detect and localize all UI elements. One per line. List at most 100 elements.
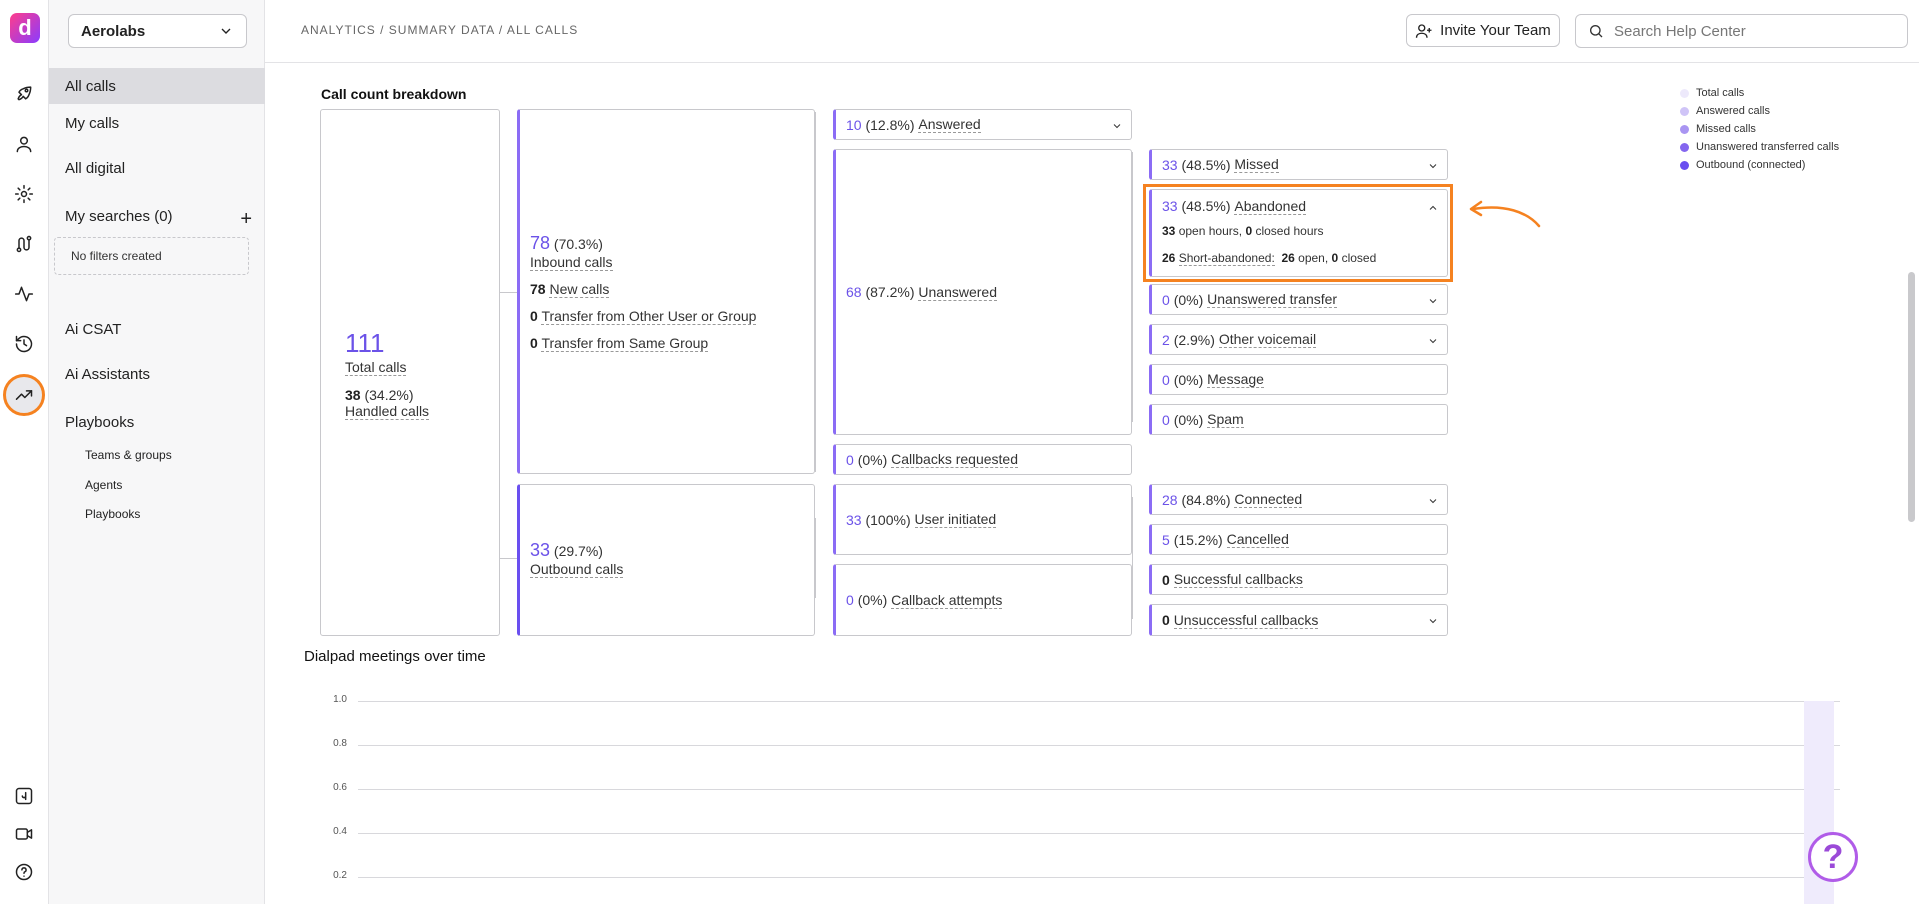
cancelled-row[interactable]: 5 (15.2%) Cancelled <box>1149 524 1448 555</box>
help-icon[interactable] <box>12 860 36 884</box>
y-tick-label: 1.0 <box>333 694 347 705</box>
spam-label: Spam <box>1207 411 1244 428</box>
legend-label: Total calls <box>1696 87 1745 99</box>
chevron-down-icon[interactable] <box>1427 294 1439 306</box>
sidebar-item-label: All calls <box>65 77 116 95</box>
sidebar-subitem-teams-groups[interactable]: Teams & groups <box>85 448 172 462</box>
sidebar-subitem-agents[interactable]: Agents <box>85 478 122 492</box>
inbound-calls-pct: (70.3%) <box>553 236 603 252</box>
transfer-other-label[interactable]: Transfer from Other User or Group <box>541 308 757 325</box>
video-icon[interactable] <box>12 822 36 846</box>
unanswered-card[interactable]: 68 (87.2%) Unanswered <box>833 149 1132 435</box>
chevron-down-icon[interactable] <box>1427 159 1439 171</box>
help-widget-button[interactable]: ? <box>1808 832 1858 882</box>
new-calls-value: 78 <box>530 281 546 297</box>
user-icon[interactable] <box>12 132 36 156</box>
invite-team-button[interactable]: Invite Your Team <box>1406 14 1560 47</box>
cancelled-value: 5 <box>1162 531 1170 548</box>
trending-up-icon[interactable] <box>12 383 36 407</box>
answered-pct: (12.8%) <box>865 116 915 133</box>
unanswered-label: Unanswered <box>918 283 997 301</box>
user-initiated-pct: (100%) <box>865 511 911 528</box>
missed-label: Missed <box>1234 156 1279 173</box>
inbound-calls-label[interactable]: Inbound calls <box>530 254 613 271</box>
dialpad-logo-icon[interactable]: d <box>10 13 40 43</box>
gear-icon[interactable] <box>12 182 36 206</box>
gridline <box>358 877 1840 878</box>
chevron-down-icon[interactable] <box>1111 119 1123 131</box>
unanswered-transfer-row[interactable]: 0 (0%) Unanswered transfer <box>1149 284 1448 315</box>
org-select[interactable]: Aerolabs <box>68 14 247 48</box>
other-voicemail-row[interactable]: 2 (2.9%) Other voicemail <box>1149 324 1448 355</box>
callback-attempts-pct: (0%) <box>857 592 888 608</box>
outbound-calls-pct: (29.7%) <box>553 543 603 559</box>
search-icon <box>1590 25 1603 38</box>
user-plus-icon <box>1415 23 1432 38</box>
unsuccessful-callbacks-row[interactable]: 0 Unsuccessful callbacks <box>1149 604 1448 636</box>
page-scrollbar[interactable] <box>1908 272 1915 522</box>
question-mark-icon: ? <box>1822 837 1844 876</box>
legend-dot <box>1680 124 1689 134</box>
route-icon[interactable] <box>12 232 36 256</box>
sidebar-item-all-digital[interactable]: All digital <box>49 150 265 186</box>
rocket-icon[interactable] <box>12 81 36 105</box>
missed-row[interactable]: 33 (48.5%) Missed <box>1149 149 1448 180</box>
legend-item: Unanswered transferred calls <box>1680 138 1839 156</box>
breakdown-legend: Total calls Answered calls Missed calls … <box>1680 84 1839 174</box>
tree-connector <box>1132 152 1133 422</box>
spam-row[interactable]: 0 (0%) Spam <box>1149 404 1448 435</box>
invite-team-label: Invite Your Team <box>1440 22 1551 39</box>
y-tick-label: 0.4 <box>333 826 347 837</box>
legend-item: Total calls <box>1680 84 1839 102</box>
chevron-down-icon[interactable] <box>1427 494 1439 506</box>
chevron-down-icon[interactable] <box>1427 614 1439 626</box>
sidebar-subitem-playbooks[interactable]: Playbooks <box>85 507 140 521</box>
meetings-chart: 1.0 0.8 0.6 0.4 0.2 <box>325 690 1845 904</box>
outbound-calls-card[interactable]: 33 (29.7%) Outbound calls <box>517 484 815 636</box>
help-search[interactable] <box>1575 14 1908 48</box>
sidebar-item-playbooks[interactable]: Playbooks <box>49 404 265 440</box>
connected-row[interactable]: 28 (84.8%) Connected <box>1149 484 1448 515</box>
sidebar-item-ai-csat[interactable]: Ai CSAT <box>49 311 265 347</box>
top-bar: ANALYTICS / SUMMARY DATA / ALL CALLS Inv… <box>265 0 1919 63</box>
answered-row[interactable]: 10 (12.8%) Answered <box>833 109 1132 140</box>
callback-attempts-card[interactable]: 0 (0%) Callback attempts <box>833 564 1132 636</box>
add-search-icon[interactable]: + <box>240 208 252 231</box>
sidebar-item-all-calls[interactable]: All calls <box>49 68 265 104</box>
y-tick-label: 0.2 <box>333 870 347 881</box>
spam-value: 0 <box>1162 411 1170 428</box>
sidebar-item-ai-assistants[interactable]: Ai Assistants <box>49 356 265 392</box>
connected-label: Connected <box>1234 491 1303 508</box>
dialpad-icon[interactable] <box>12 784 36 808</box>
no-filters-placeholder: No filters created <box>54 237 249 275</box>
callbacks-requested-pct: (0%) <box>857 451 888 468</box>
transfer-other-value: 0 <box>530 308 538 324</box>
legend-label: Unanswered transferred calls <box>1696 141 1840 153</box>
user-initiated-card[interactable]: 33 (100%) User initiated <box>833 484 1132 555</box>
transfer-same-label[interactable]: Transfer from Same Group <box>541 335 709 352</box>
message-row[interactable]: 0 (0%) Message <box>1149 364 1448 395</box>
activity-icon[interactable] <box>12 282 36 306</box>
tree-connector <box>1132 497 1133 619</box>
successful-callbacks-row[interactable]: 0 Successful callbacks <box>1149 564 1448 595</box>
cancelled-pct: (15.2%) <box>1173 531 1223 548</box>
gridline <box>358 789 1840 790</box>
legend-label: Outbound (connected) <box>1696 159 1806 171</box>
handled-calls-label[interactable]: Handled calls <box>345 403 430 420</box>
callbacks-requested-row[interactable]: 0 (0%) Callbacks requested <box>833 444 1132 475</box>
help-search-input[interactable] <box>1614 22 1904 40</box>
new-calls-label[interactable]: New calls <box>549 281 610 298</box>
missed-value: 33 <box>1162 156 1178 173</box>
sidebar-item-my-searches[interactable]: My searches (0) <box>49 198 229 234</box>
sidebar-item-my-calls[interactable]: My calls <box>49 105 265 141</box>
chevron-down-icon[interactable] <box>1427 334 1439 346</box>
outbound-calls-label[interactable]: Outbound calls <box>530 561 624 578</box>
total-calls-card[interactable]: 111 Total calls 38 (34.2%) Handled calls <box>320 109 500 636</box>
message-pct: (0%) <box>1173 371 1204 388</box>
inbound-calls-card[interactable]: 78 (70.3%) Inbound calls 78 New calls 0 … <box>517 109 815 474</box>
missed-pct: (48.5%) <box>1181 156 1231 173</box>
total-calls-label[interactable]: Total calls <box>345 359 407 376</box>
legend-item: Answered calls <box>1680 102 1839 120</box>
history-icon[interactable] <box>12 332 36 356</box>
unanswered-transfer-value: 0 <box>1162 291 1170 308</box>
